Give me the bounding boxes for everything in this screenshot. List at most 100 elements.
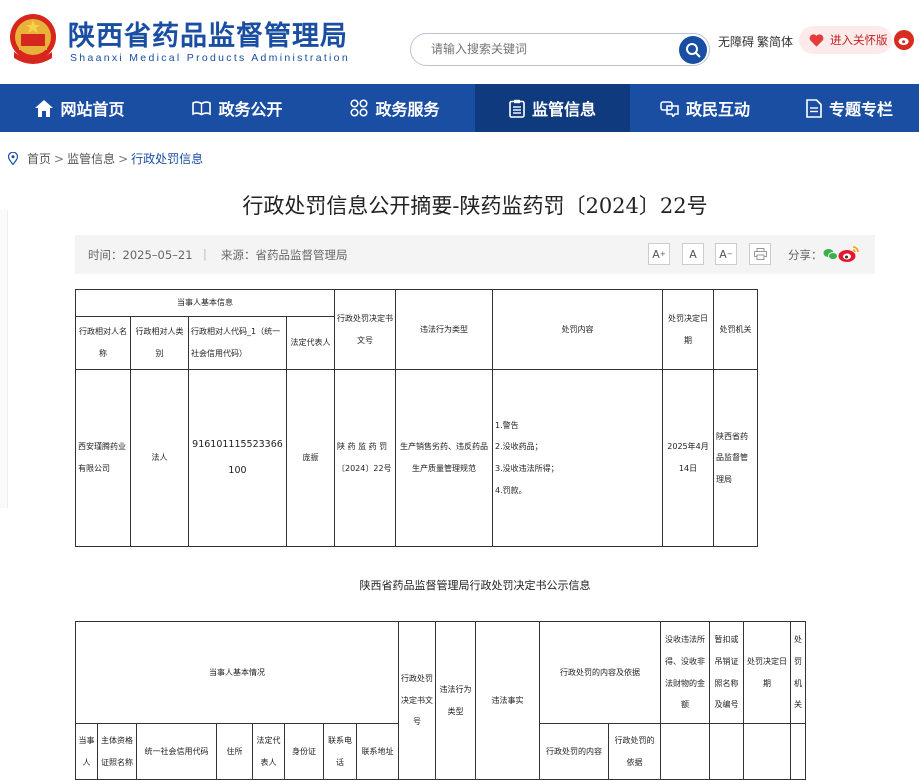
authority-header: 处罚机关 <box>713 289 758 370</box>
nav-gov-affairs[interactable]: 政务公开 <box>160 84 315 132</box>
article-meta-bar: 时间：2025–05–21 | 来源：省药品监督管理局 A + A A − 分享： <box>75 235 875 274</box>
address-header: 住所 <box>216 723 253 780</box>
violation-type-header: 违法行为类型 <box>395 289 493 370</box>
empty-cell <box>709 723 744 780</box>
decision-date-cell: 2025年4月14日 <box>662 369 714 547</box>
doc-no-header: 行政处罚决定书文号 <box>398 621 436 780</box>
empty-cell <box>660 723 710 780</box>
doc-no-cell: 陕 药 监 药 罚〔2024〕22号 <box>334 369 396 547</box>
credit-code-header: 统一社会信用代码 <box>136 723 217 780</box>
penalty-item: 4.罚款。 <box>495 485 527 495</box>
phone-header: 联系电话 <box>323 723 357 780</box>
decision-date-header: 处罚决定日期 <box>743 621 791 724</box>
site-subtitle: Shaanxi Medical Products Administration <box>70 52 350 64</box>
side-panel-edge <box>0 210 8 508</box>
contact-address-header: 联系地址 <box>356 723 399 780</box>
party-category-cell: 法人 <box>130 369 189 547</box>
nav-label: 政务公开 <box>218 100 283 119</box>
nav-interaction[interactable]: 政民互动 <box>630 84 780 132</box>
location-pin-icon <box>8 152 18 165</box>
section-title: 陕西省药品监督管理局行政处罚决定书公示信息 <box>359 579 591 592</box>
search-icon <box>686 43 701 58</box>
party-name-header: 行政相对人名称 <box>75 316 131 370</box>
main-nav: 网站首页 政务公开 政务服务 监管信息 政民互动 专题专栏 <box>0 84 919 132</box>
care-mode-button[interactable]: 进入关怀版 <box>799 26 892 54</box>
breadcrumb-regulation[interactable]: 监管信息 <box>67 150 115 167</box>
penalty-summary-table: 当事人基本信息 行政处罚决定书文号 违法行为类型 处罚内容 处罚决定日期 处罚机… <box>75 289 758 547</box>
search-input[interactable] <box>431 42 671 56</box>
legal-rep-header: 法定代表人 <box>286 316 335 370</box>
party-situation-header: 当事人基本情况 <box>75 621 399 724</box>
confiscated-header: 没收违法所得、没收非法财物的金额 <box>660 621 710 724</box>
font-increase-button[interactable]: A + <box>648 243 670 265</box>
nav-label: 政务服务 <box>375 100 440 119</box>
nav-regulation-info[interactable]: 监管信息 <box>475 84 630 132</box>
share-label: 分享： <box>788 248 823 262</box>
article-title: 行政处罚信息公开摘要-陕药监药罚〔2024〕22号 <box>242 194 708 218</box>
authority-header: 处罚机关 <box>790 621 806 724</box>
font-normal-button[interactable]: A <box>682 243 704 265</box>
punish-basis-header: 行政处罚的依据 <box>608 723 661 780</box>
printer-icon <box>753 248 767 260</box>
site-header: 陕西省药品监督管理局 Shaanxi Medical Products Admi… <box>0 0 919 84</box>
punish-content-header: 行政处罚的内容 <box>539 723 609 780</box>
grid-icon <box>350 99 369 117</box>
table-row: 西安瑾腾药业有限公司 法人 916101115523366100 庞振 陕 药 … <box>75 369 758 547</box>
nav-special[interactable]: 专题专栏 <box>780 84 919 132</box>
nav-gov-services[interactable]: 政务服务 <box>315 84 475 132</box>
care-mode-label: 进入关怀版 <box>830 33 888 47</box>
credit-code-cell: 916101115523366100 <box>188 369 287 547</box>
breadcrumb-separator: > <box>54 151 65 166</box>
penalty-item: 1.警告 <box>495 420 519 430</box>
chat-icon <box>660 101 679 117</box>
nav-home[interactable]: 网站首页 <box>0 84 160 132</box>
legal-rep-header: 法定代表人 <box>252 723 285 780</box>
clipboard-icon <box>509 99 525 118</box>
breadcrumb-home[interactable]: 首页 <box>27 150 51 167</box>
empty-cell <box>743 723 791 780</box>
license-name-header: 主体资格证照名称 <box>97 723 137 780</box>
decision-date-header: 处罚决定日期 <box>662 289 714 370</box>
heart-icon <box>809 34 824 47</box>
violation-type-cell: 生产销售劣药、违反药品生产质量管理规范 <box>395 369 493 547</box>
empty-cell <box>790 723 806 780</box>
publish-time: 时间：2025–05–21 <box>88 248 193 262</box>
nav-label: 专题专栏 <box>828 100 893 119</box>
breadcrumb: 首页 > 监管信息 > 行政处罚信息 <box>8 150 203 167</box>
wechat-share-icon[interactable] <box>823 248 838 261</box>
penalty-item: 2.没收药品； <box>495 442 543 452</box>
penalty-content-header: 处罚内容 <box>492 289 663 370</box>
nav-label: 网站首页 <box>60 100 125 119</box>
document-icon <box>806 98 822 118</box>
font-decrease-button[interactable]: A − <box>715 243 737 265</box>
site-title[interactable]: 陕西省药品监督管理局 <box>68 14 348 53</box>
nav-label: 监管信息 <box>531 100 596 119</box>
nav-label: 政民互动 <box>685 100 750 119</box>
party-category-header: 行政相对人类别 <box>130 316 189 370</box>
id-card-header: 身份证 <box>284 723 324 780</box>
weibo-share-icon[interactable] <box>838 245 860 263</box>
meta-divider: | <box>203 247 207 261</box>
facts-header: 违法事实 <box>475 621 540 780</box>
party-header: 当事人 <box>75 723 98 780</box>
search-button[interactable] <box>679 36 707 64</box>
party-name-cell: 西安瑾腾药业有限公司 <box>75 369 131 547</box>
weibo-icon[interactable] <box>894 30 914 50</box>
violation-type-header: 违法行为类型 <box>435 621 476 780</box>
penalty-item: 3.没收违法所得； <box>495 464 559 473</box>
search-box <box>410 33 710 66</box>
penalty-decision-table: 当事人基本情况 行政处罚决定书文号 违法行为类型 违法事实 行政处罚的内容及依据… <box>75 621 806 780</box>
party-info-header: 当事人基本信息 <box>75 289 335 317</box>
credit-code-header: 行政相对人代码_1（统一社会信用代码） <box>188 316 287 370</box>
print-button[interactable] <box>749 243 771 265</box>
accessibility-link[interactable]: 无障碍 <box>718 33 754 50</box>
breadcrumb-current[interactable]: 行政处罚信息 <box>131 150 203 167</box>
article-source: 来源：省药品监督管理局 <box>221 248 348 262</box>
legal-rep-cell: 庞振 <box>286 369 335 547</box>
penalty-content-cell: 1.警告 2.没收药品； 3.没收违法所得； 4.罚款。 <box>492 369 663 547</box>
authority-cell: 陕西省药品监督管理局 <box>713 369 758 547</box>
national-emblem-icon <box>10 14 56 64</box>
traditional-simplified-link[interactable]: 繁简体 <box>757 33 793 50</box>
home-icon <box>35 99 54 117</box>
doc-no-header: 行政处罚决定书文号 <box>334 289 396 370</box>
